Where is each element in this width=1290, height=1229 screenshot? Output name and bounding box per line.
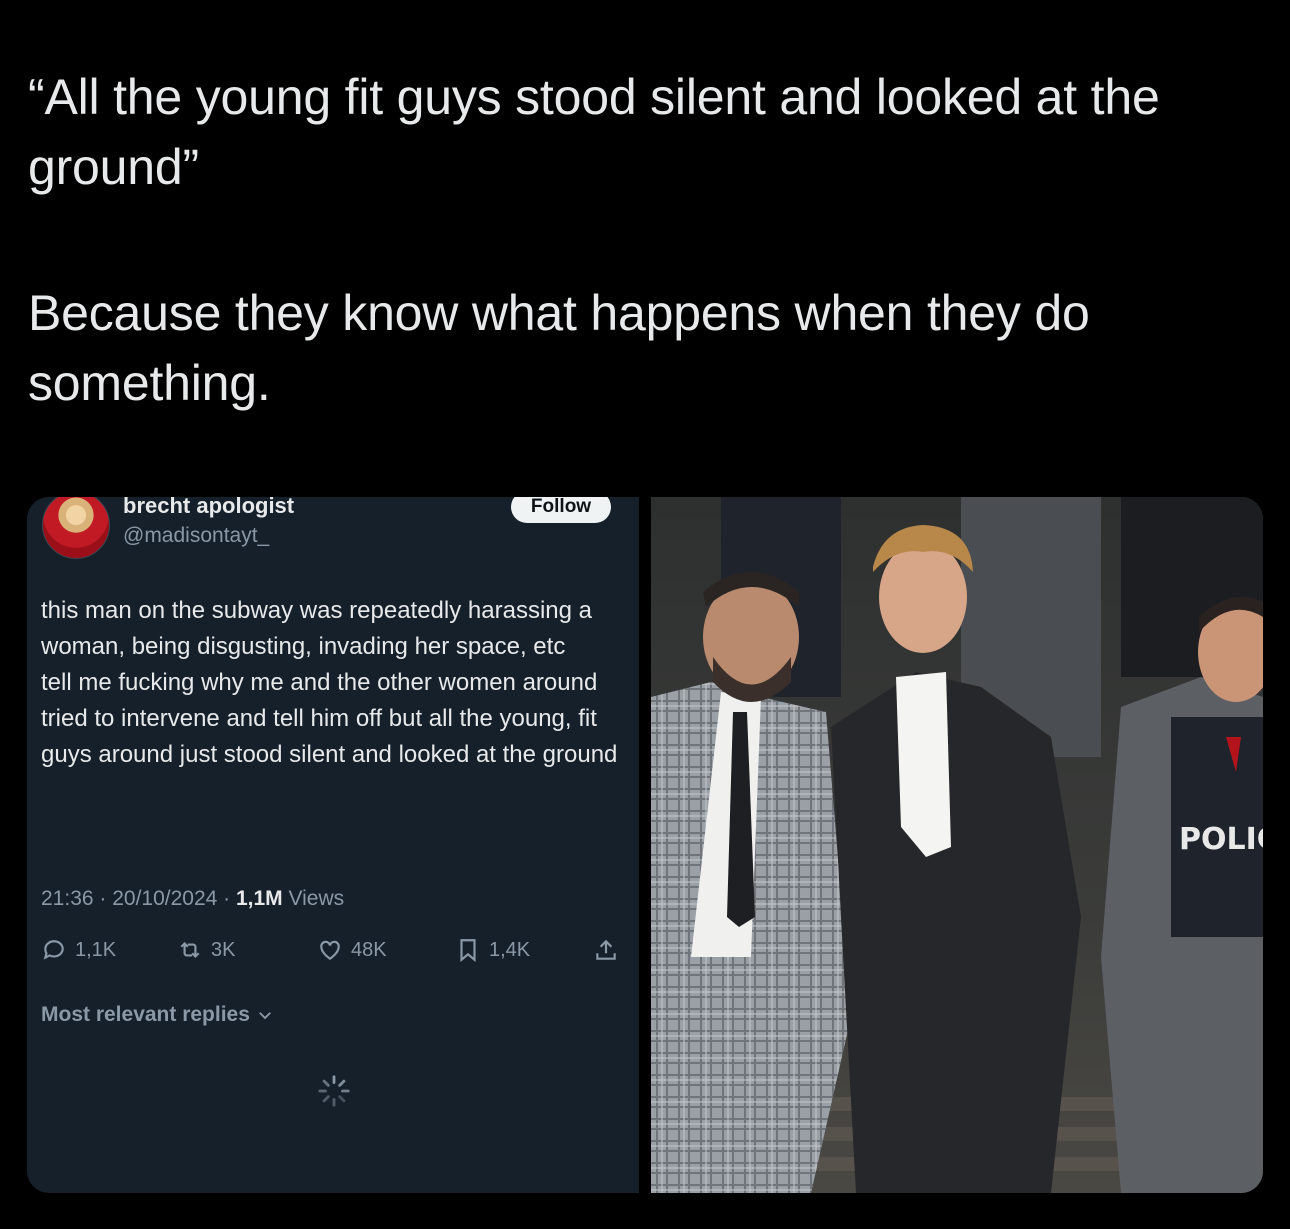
embedded-tweet-screenshot[interactable]: brecht apologist @madisontayt_ Follow th… (27, 497, 639, 1193)
like-icon (320, 940, 340, 960)
bookmark-count: 1,4K (489, 938, 531, 961)
reply-icon (43, 940, 64, 960)
timestamp: 21:36 · 20/10/2024 · (41, 887, 236, 910)
most-relevant-label: Most relevant replies (41, 1003, 250, 1026)
bookmark-action: 1,4K (455, 937, 530, 963)
chevron-down-icon (259, 1012, 271, 1020)
post-paragraph-2: Because they know what happens when they… (28, 285, 1090, 411)
most-relevant-replies: Most relevant replies (41, 1003, 274, 1027)
user-handle: @madisontayt_ (123, 524, 270, 547)
share-icon (596, 939, 616, 960)
repost-action: 3K (177, 937, 235, 963)
avatar (42, 497, 110, 559)
bookmark-icon (460, 939, 476, 963)
media-container[interactable]: brecht apologist @madisontayt_ Follow th… (27, 497, 1263, 1193)
arrest-photo[interactable]: POLIC (651, 497, 1263, 1193)
views-label: Views (282, 887, 345, 910)
like-action: 48K (317, 937, 387, 963)
photo-illustration: POLIC (651, 497, 1263, 1193)
tweet-text: this man on the subway was repeatedly ha… (41, 597, 618, 768)
vest-text: POLIC (1179, 822, 1263, 857)
follow-button: Follow (511, 497, 611, 523)
display-name: brecht apologist (123, 497, 295, 518)
reply-count: 1,1K (75, 938, 117, 961)
share-action (593, 937, 619, 963)
reply-action: 1,1K (41, 937, 116, 963)
post-text: “All the young fit guys stood silent and… (28, 62, 1258, 418)
tweet-meta: 21:36 · 20/10/2024 · 1,1M Views (41, 887, 344, 911)
post-paragraph-1: “All the young fit guys stood silent and… (28, 69, 1160, 195)
repost-count: 3K (211, 938, 236, 961)
tweet-actions: 1,1K 3K 48K 1,4K (41, 937, 621, 971)
views-count: 1,1M (235, 887, 283, 910)
loading-spinner-icon (318, 1075, 350, 1107)
repost-icon (180, 941, 200, 959)
like-count: 48K (351, 938, 387, 961)
